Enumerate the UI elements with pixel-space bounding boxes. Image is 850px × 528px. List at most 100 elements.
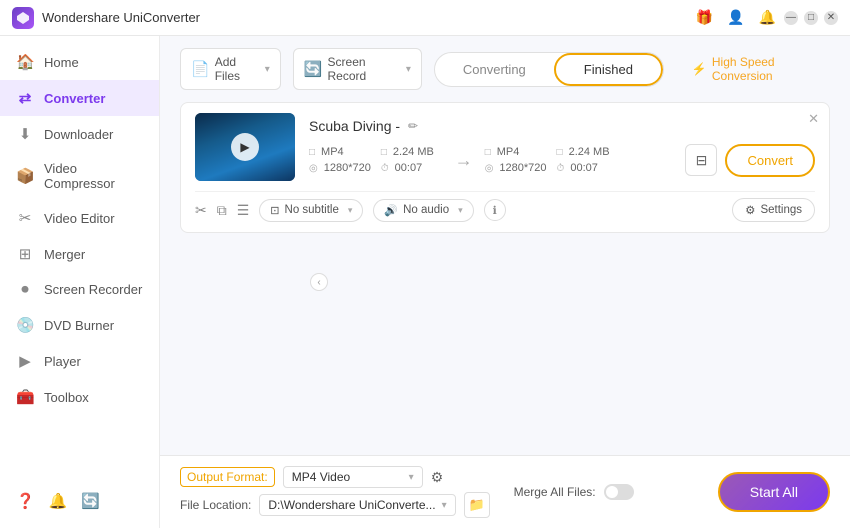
cut-icon[interactable]: ✂ — [195, 202, 207, 219]
dest-resolution-icon: ◎ — [485, 163, 494, 174]
output-format-section: Output Format: MP4 Video ▾ ⚙ File Locati… — [180, 466, 490, 518]
merge-files-label: Merge All Files: — [514, 485, 596, 499]
sidebar-item-downloader[interactable]: ⬇ Downloader — [0, 116, 159, 152]
close-card-button[interactable]: ✕ — [808, 111, 819, 127]
titlebar-icons: 🎁 👤 🔔 — [696, 9, 776, 26]
audio-label: No audio — [403, 204, 449, 216]
home-icon: 🏠 — [16, 53, 34, 71]
refresh-icon[interactable]: 🔄 — [81, 492, 100, 510]
convert-button[interactable]: Convert — [725, 144, 815, 177]
sidebar-item-home[interactable]: 🏠 Home — [0, 44, 159, 80]
high-speed-conversion[interactable]: ⚡ High Speed Conversion — [692, 55, 830, 83]
sidebar-item-label: Home — [44, 55, 79, 70]
tab-converting[interactable]: Converting — [435, 53, 554, 86]
sidebar-item-toolbox[interactable]: 🧰 Toolbox — [0, 379, 159, 415]
edit-title-icon[interactable]: ✏ — [408, 119, 418, 133]
sidebar-item-player[interactable]: ▶ Player — [0, 343, 159, 379]
audio-icon: 🔊 — [384, 204, 398, 217]
subtitle-dropdown-icon: ▾ — [348, 205, 353, 216]
compressor-icon: 📦 — [16, 167, 34, 185]
merge-files-toggle[interactable] — [604, 484, 634, 500]
file-location-value: D:\Wondershare UniConverte... — [268, 498, 435, 512]
app-title: Wondershare UniConverter — [42, 10, 696, 25]
gift-icon[interactable]: 🎁 — [696, 9, 713, 26]
sidebar-item-video-compressor[interactable]: 📦 Video Compressor — [0, 152, 159, 200]
dvd-icon: 💿 — [16, 316, 34, 334]
output-action: ⊟ Convert — [685, 144, 815, 177]
dest-duration-row: ⏱ 00:07 — [557, 162, 619, 174]
maximize-button[interactable]: □ — [804, 11, 818, 25]
tab-switcher-container: Converting Finished — [434, 52, 664, 87]
file-card: ✕ ▶ Scuba Diving - ✏ — [180, 102, 830, 233]
audio-dropdown-icon: ▾ — [458, 205, 463, 216]
dest-resolution-row: ◎ 1280*720 — [485, 162, 547, 174]
subtitle-select[interactable]: ⊡ No subtitle ▾ — [259, 199, 363, 222]
app-logo — [12, 7, 34, 29]
source-duration-row: ⏱ 00:07 — [381, 162, 443, 174]
output-format-select[interactable]: MP4 Video ▾ — [283, 466, 423, 488]
notification-icon[interactable]: 🔔 — [49, 492, 68, 510]
file-location-select[interactable]: D:\Wondershare UniConverte... ▾ — [259, 494, 455, 516]
sidebar-item-merger[interactable]: ⊞ Merger — [0, 236, 159, 272]
screen-record-button[interactable]: 🔄 Screen Record ▾ — [293, 48, 422, 90]
subtitle-icon: ⊡ — [270, 204, 279, 217]
location-folder-button[interactable]: 📁 — [464, 492, 490, 518]
menu-icon[interactable]: ☰ — [237, 202, 250, 219]
sidebar-item-label: Converter — [44, 91, 105, 106]
screen-record-dropdown-icon: ▾ — [406, 64, 411, 75]
file-location-row: File Location: D:\Wondershare UniConvert… — [180, 492, 490, 518]
add-files-button[interactable]: 📄 Add Files ▾ — [180, 48, 281, 90]
help-icon[interactable]: ❓ — [16, 492, 35, 510]
sidebar-item-converter[interactable]: ⇄ Converter — [0, 80, 159, 116]
source-size-row: □ 2.24 MB — [381, 146, 443, 158]
dest-meta: □ MP4 □ 2.24 MB ◎ 1280*720 — [485, 146, 619, 174]
output-options-button[interactable]: ⊟ — [685, 144, 717, 176]
user-icon[interactable]: 👤 — [727, 9, 744, 26]
output-settings-icon[interactable]: ⚙ — [431, 469, 444, 486]
copy-icon[interactable]: ⧉ — [217, 202, 227, 219]
screen-record-icon: 🔄 — [304, 60, 323, 78]
duration-icon: ⏱ — [381, 163, 389, 174]
sidebar-item-screen-recorder[interactable]: ⏺ Screen Recorder — [0, 272, 159, 307]
tab-finished[interactable]: Finished — [554, 53, 663, 86]
minimize-button[interactable]: — — [784, 11, 798, 25]
recorder-icon: ⏺ — [16, 281, 34, 298]
titlebar: Wondershare UniConverter 🎁 👤 🔔 — □ ✕ — [0, 0, 850, 36]
sidebar-collapse-button[interactable]: ‹ — [310, 273, 328, 291]
close-button[interactable]: ✕ — [824, 11, 838, 25]
add-files-label: Add Files — [215, 55, 260, 83]
window-controls: — □ ✕ — [784, 11, 838, 25]
sidebar-item-label: Toolbox — [44, 390, 89, 405]
dest-duration-icon: ⏱ — [557, 163, 565, 174]
info-button[interactable]: ℹ — [484, 199, 506, 221]
start-all-button[interactable]: Start All — [718, 472, 830, 512]
sidebar-item-label: DVD Burner — [44, 318, 114, 333]
sidebar-item-label: Video Compressor — [44, 161, 143, 191]
source-size: 2.24 MB — [393, 146, 434, 158]
high-speed-icon: ⚡ — [692, 62, 707, 76]
source-meta: □ MP4 □ 2.24 MB ◎ 1280*720 — [309, 146, 443, 174]
file-meta-row: □ MP4 □ 2.24 MB ◎ 1280*720 — [309, 144, 815, 177]
player-icon: ▶ — [16, 352, 34, 370]
content-area: 📄 Add Files ▾ 🔄 Screen Record ▾ Converti… — [160, 36, 850, 528]
file-title: Scuba Diving - — [309, 118, 400, 134]
settings-label: Settings — [760, 204, 802, 216]
settings-button[interactable]: ⚙ Settings — [732, 198, 815, 222]
dest-format: MP4 — [497, 146, 520, 158]
audio-select[interactable]: 🔊 No audio ▾ — [373, 199, 473, 222]
output-format-dropdown-icon: ▾ — [409, 472, 414, 483]
converter-icon: ⇄ — [16, 89, 34, 107]
bell-icon[interactable]: 🔔 — [759, 9, 776, 26]
bottom-bar: Output Format: MP4 Video ▾ ⚙ File Locati… — [160, 455, 850, 528]
file-title-row: Scuba Diving - ✏ — [309, 118, 815, 134]
sidebar-item-video-editor[interactable]: ✂ Video Editor — [0, 200, 159, 236]
sidebar-item-dvd-burner[interactable]: 💿 DVD Burner — [0, 307, 159, 343]
file-location-label: File Location: — [180, 498, 251, 512]
merger-icon: ⊞ — [16, 245, 34, 263]
sidebar-item-label: Downloader — [44, 127, 113, 142]
resolution-icon: ◎ — [309, 163, 318, 174]
file-list: ✕ ▶ Scuba Diving - ✏ — [160, 102, 850, 455]
play-button[interactable]: ▶ — [231, 133, 259, 161]
downloader-icon: ⬇ — [16, 125, 34, 143]
sidebar-item-label: Video Editor — [44, 211, 115, 226]
